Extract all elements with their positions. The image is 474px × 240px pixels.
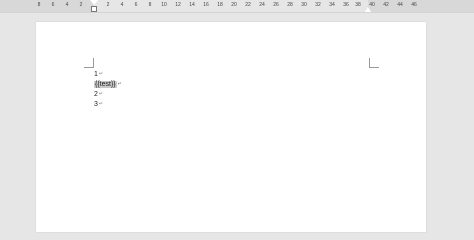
ruler-tick-label: 30 <box>301 2 307 8</box>
right-indent-marker[interactable] <box>365 7 371 12</box>
ruler-tick-label: 28 <box>287 2 293 8</box>
ruler-tick-label: 14 <box>189 2 195 8</box>
merge-field[interactable]: {{test}} <box>94 81 117 88</box>
ruler-tick-label: 34 <box>329 2 335 8</box>
paragraph[interactable]: 1↵ <box>94 70 103 79</box>
ruler-tick-label: 4 <box>65 2 69 8</box>
paragraph[interactable]: {{test}} ↵ <box>94 80 122 89</box>
ruler-tick-label: 10 <box>161 2 167 8</box>
paragraph-text: 3 <box>94 101 98 108</box>
left-indent-marker[interactable] <box>91 6 97 12</box>
document-page[interactable] <box>36 22 426 232</box>
ruler-tick-label: 22 <box>245 2 251 8</box>
ruler-tick-label: 8 <box>37 2 41 8</box>
ruler-tick-label: 32 <box>315 2 321 8</box>
ruler-tick-label: 44 <box>397 2 403 8</box>
ruler-tick-label: 26 <box>273 2 279 8</box>
horizontal-ruler[interactable]: 8 6 4 2 2 4 6 8 10 12 14 16 18 20 22 24 … <box>0 0 474 13</box>
paragraph-mark-icon: ↵ <box>98 101 104 107</box>
paragraph-mark-icon: ↵ <box>98 91 104 97</box>
ruler-tick-label: 12 <box>175 2 181 8</box>
ruler-tick-label: 46 <box>411 2 417 8</box>
ruler-tick-label: 42 <box>383 2 389 8</box>
first-line-indent-marker[interactable] <box>90 0 98 5</box>
ruler-tick-label: 8 <box>148 2 152 8</box>
ruler-tick-label: 16 <box>203 2 209 8</box>
paragraph[interactable]: 2↵ <box>94 90 103 99</box>
paragraph-mark-icon: ↵ <box>117 81 122 87</box>
paragraph-text: 1 <box>94 71 98 78</box>
ruler-tick-label: 24 <box>259 2 265 8</box>
top-right-margin-corner <box>369 58 379 68</box>
ruler-tick-label: 18 <box>217 2 223 8</box>
ruler-tick-label: 6 <box>134 2 138 8</box>
paragraph-mark-icon: ↵ <box>98 71 104 77</box>
paragraph[interactable]: 3↵ <box>94 100 103 109</box>
ruler-tick-label: 6 <box>51 2 55 8</box>
ruler-tick-label: 4 <box>120 2 124 8</box>
ruler-tick-label: 38 <box>355 2 361 8</box>
ruler-tick-label: 20 <box>231 2 237 8</box>
ruler-tick-label: 2 <box>106 2 110 8</box>
ruler-tick-label: 2 <box>79 2 83 8</box>
ruler-tick-label: 36 <box>343 2 349 8</box>
top-left-margin-corner <box>84 58 94 68</box>
paragraph-text: 2 <box>94 91 98 98</box>
